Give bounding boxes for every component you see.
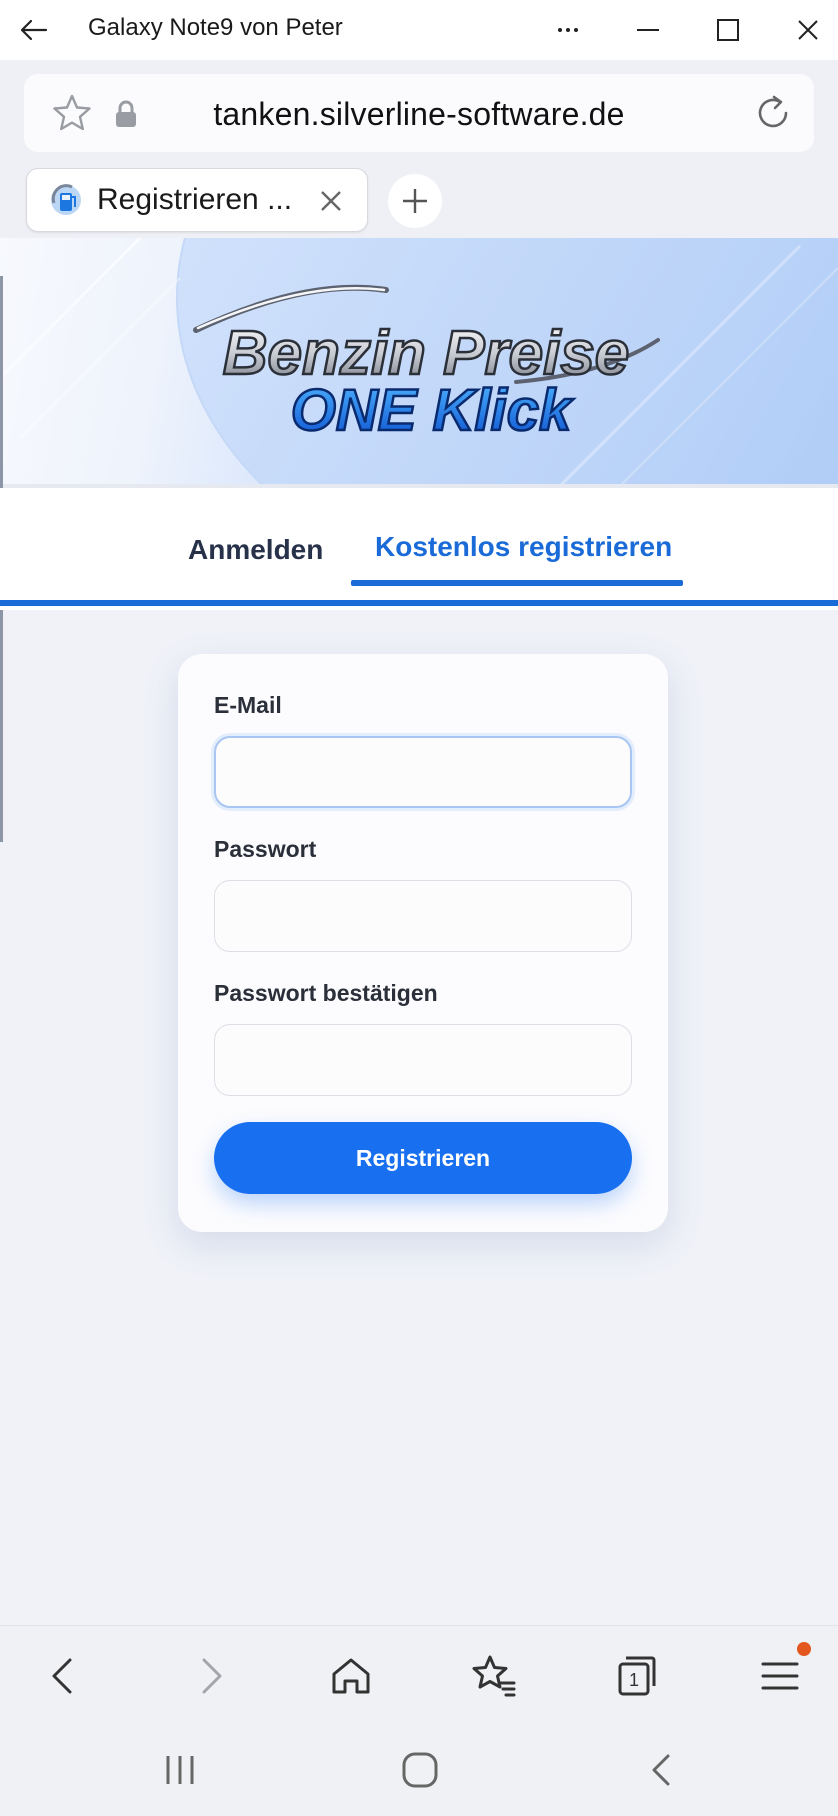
tab-login[interactable]: Anmelden — [188, 534, 323, 566]
password-label: Passwort — [214, 836, 317, 862]
header-banner: Benzin Preise ONE Klick — [0, 238, 838, 486]
forward-icon[interactable] — [186, 1652, 234, 1700]
close-tab-icon[interactable] — [315, 185, 347, 217]
app-logo: Benzin Preise ONE Klick — [193, 284, 660, 444]
reload-icon[interactable] — [750, 90, 796, 136]
url-text[interactable]: tanken.silverline-software.de — [144, 96, 694, 133]
close-window-icon[interactable] — [786, 8, 830, 52]
web-page: Benzin Preise ONE Klick Anmelden Kostenl… — [0, 238, 838, 1625]
logo-text-line2: ONE Klick — [291, 378, 574, 443]
system-navbar — [0, 1722, 838, 1816]
home-button-icon[interactable] — [398, 1748, 442, 1792]
system-back-icon[interactable] — [640, 1748, 684, 1792]
back-icon[interactable] — [40, 1652, 88, 1700]
tabs-bottom-border — [0, 600, 838, 606]
lock-icon — [116, 100, 136, 127]
register-form-card: E-Mail Passwort Passwort bestätigen Regi… — [178, 654, 668, 1232]
address-bar[interactable]: tanken.silverline-software.de — [24, 74, 814, 152]
bookmark-star-icon[interactable] — [50, 91, 94, 135]
new-tab-button[interactable] — [388, 174, 442, 228]
tab-title: Registrieren ... — [97, 183, 293, 216]
plus-icon — [403, 189, 427, 213]
confirm-password-label: Passwort bestätigen — [214, 980, 438, 1006]
password-field[interactable] — [214, 880, 632, 952]
active-tab-indicator — [351, 580, 683, 586]
fuel-pump-favicon-icon — [51, 184, 81, 215]
back-arrow-icon[interactable] — [14, 10, 54, 50]
browser-tab-active[interactable]: Registrieren ... — [26, 168, 368, 232]
more-options-icon[interactable] — [546, 8, 590, 52]
browser-chrome: tanken.silverline-software.de Registrier… — [0, 60, 838, 238]
notification-dot — [797, 1642, 811, 1656]
recent-apps-icon[interactable] — [158, 1748, 202, 1792]
window-title: Galaxy Note9 von Peter — [88, 14, 343, 41]
email-label: E-Mail — [214, 692, 282, 718]
maximize-icon[interactable] — [706, 8, 750, 52]
confirm-password-field[interactable] — [214, 1024, 632, 1096]
window-titlebar: Galaxy Note9 von Peter — [0, 0, 838, 60]
minimize-icon[interactable] — [626, 8, 670, 52]
auth-tabs: Anmelden Kostenlos registrieren — [0, 488, 838, 610]
tab-count: 1 — [629, 1670, 639, 1690]
menu-icon[interactable] — [756, 1652, 804, 1700]
browser-toolbar: 1 — [0, 1625, 838, 1722]
email-field[interactable] — [214, 736, 632, 808]
tabs-icon[interactable]: 1 — [612, 1652, 660, 1700]
home-icon[interactable] — [327, 1652, 375, 1700]
register-button[interactable]: Registrieren — [214, 1122, 632, 1194]
tab-register[interactable]: Kostenlos registrieren — [375, 531, 672, 563]
bookmarks-icon[interactable] — [470, 1652, 518, 1700]
